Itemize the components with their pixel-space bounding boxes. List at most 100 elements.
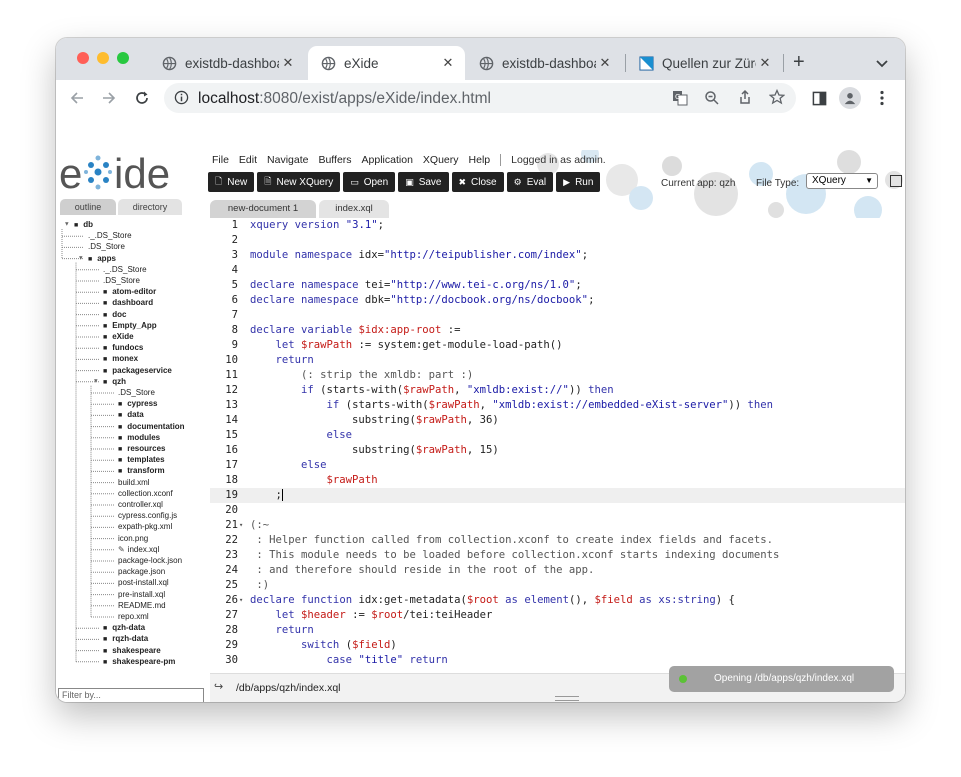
- browser-tab-4[interactable]: Quellen zur Zürc ✕: [626, 46, 782, 80]
- side-panel-icon[interactable]: [808, 87, 830, 109]
- tree-file[interactable]: ✎ index.xql: [118, 545, 159, 554]
- tree-file[interactable]: .DS_Store: [118, 388, 155, 397]
- tab-directory[interactable]: directory: [118, 199, 182, 215]
- reload-icon[interactable]: [131, 87, 153, 109]
- directory-tree: ▸ ■ db ._.DS_Store .DS_Store ▸ ■ apps ._.DS_Stor…: [56, 216, 206, 696]
- tree-folder[interactable]: ■ dashboard: [103, 298, 153, 307]
- path-arrow-icon: ↪: [214, 681, 224, 693]
- tree-file[interactable]: collection.xconf: [118, 489, 173, 498]
- save-button[interactable]: ▣ Save: [398, 172, 449, 192]
- tree-file[interactable]: repo.xml: [118, 612, 149, 621]
- tree-folder[interactable]: ■ monex: [103, 354, 138, 363]
- tree-folder[interactable]: ■ doc: [103, 310, 126, 319]
- tree-folder[interactable]: ■ resources: [118, 444, 165, 453]
- run-button[interactable]: ▶ Run: [556, 172, 601, 192]
- tree-folder[interactable]: ■ templates: [118, 455, 165, 464]
- new-xquery-button[interactable]: 🗎 New XQuery: [257, 172, 341, 192]
- new-button[interactable]: 🗋 New: [208, 172, 255, 192]
- tree-folder[interactable]: ■ data: [118, 410, 144, 419]
- tree-file[interactable]: controller.xql: [118, 500, 163, 509]
- code-editor[interactable]: 1 xquery version "3.1"; 2 3 module namespace…: [210, 218, 905, 673]
- tree-folder[interactable]: ■ fundocs: [103, 343, 143, 352]
- open-button[interactable]: ▭ Open: [343, 172, 396, 192]
- menu-divider: [500, 154, 502, 166]
- fold-toggle-icon[interactable]: ▾: [239, 593, 243, 608]
- tree-folder[interactable]: ■ qzh-data: [103, 623, 145, 632]
- close-button[interactable]: ✖ Close: [451, 172, 504, 192]
- close-tab-icon[interactable]: ✕: [756, 55, 774, 71]
- resize-grip[interactable]: [555, 696, 579, 701]
- zoom-window-button[interactable]: [117, 52, 129, 64]
- browser-tab-1[interactable]: existdb-dashboa ✕: [149, 46, 305, 80]
- tab-index-xql[interactable]: index.xql: [319, 200, 389, 218]
- menu-help[interactable]: Help: [469, 154, 491, 166]
- new-tab-icon[interactable]: +: [793, 52, 805, 72]
- close-window-button[interactable]: [77, 52, 89, 64]
- menu-application[interactable]: Application: [362, 154, 413, 166]
- tree-folder[interactable]: ▸ ■ apps: [77, 254, 116, 263]
- expand-arrow-icon[interactable]: ▸: [77, 256, 85, 260]
- tree-folder[interactable]: ■ shakespeare-pm: [103, 657, 175, 666]
- tree-folder[interactable]: ■ cypress: [118, 399, 157, 408]
- tree-folder[interactable]: ■ rqzh-data: [103, 634, 148, 643]
- menu-buffers[interactable]: Buffers: [318, 154, 351, 166]
- code-line: 8 declare variable $idx:app-root :=: [210, 323, 905, 338]
- tree-file[interactable]: package.json: [118, 567, 165, 576]
- close-tab-icon[interactable]: ✕: [596, 55, 614, 71]
- tree-folder[interactable]: ■ shakespeare: [103, 646, 161, 655]
- tree-file[interactable]: expath-pkg.xml: [118, 522, 172, 531]
- tree-folder[interactable]: ■ packageservice: [103, 366, 172, 375]
- tree-folder[interactable]: ■ eXide: [103, 332, 134, 341]
- forward-arrow-icon[interactable]: [98, 87, 120, 109]
- tree-file[interactable]: .DS_Store: [88, 242, 125, 251]
- tree-file[interactable]: README.md: [118, 601, 166, 610]
- address-bar[interactable]: localhost:8080/exist/apps/eXide/index.ht…: [164, 83, 796, 113]
- tab-outline[interactable]: outline: [60, 199, 116, 215]
- tree-folder[interactable]: ■ atom-editor: [103, 287, 156, 296]
- tree-file[interactable]: package-lock.json: [118, 556, 182, 565]
- expand-arrow-icon[interactable]: ▸: [63, 222, 71, 226]
- profile-avatar-icon[interactable]: [839, 87, 861, 109]
- fold-toggle-icon[interactable]: ▾: [239, 518, 243, 533]
- tree-folder[interactable]: ■ transform: [118, 466, 165, 475]
- tree-folder[interactable]: ■ documentation: [118, 422, 185, 431]
- file-type-select[interactable]: XQuery ▼: [806, 173, 878, 189]
- folder-icon: ■: [103, 636, 108, 644]
- code-text: else: [301, 459, 327, 471]
- more-menu-icon[interactable]: [871, 87, 893, 109]
- tree-folder[interactable]: ▸ ■ qzh: [92, 377, 126, 386]
- tree-folder[interactable]: ▸ ■ db: [63, 220, 93, 229]
- site-info-icon[interactable]: [174, 90, 189, 110]
- tree-file[interactable]: ._.DS_Store: [103, 265, 147, 274]
- filter-input[interactable]: Filter by...: [58, 688, 204, 702]
- share-icon[interactable]: [737, 89, 753, 110]
- back-arrow-icon[interactable]: [66, 87, 88, 109]
- menu-xquery[interactable]: XQuery: [423, 154, 459, 166]
- tree-file[interactable]: post-install.xql: [118, 578, 169, 587]
- close-tab-icon[interactable]: ✕: [439, 55, 457, 71]
- tab-search-chevron-icon[interactable]: [876, 55, 888, 73]
- menu-navigate[interactable]: Navigate: [267, 154, 308, 166]
- folder-icon: ■: [103, 311, 108, 319]
- minimize-window-button[interactable]: [97, 52, 109, 64]
- tree-folder[interactable]: ■ Empty_App: [103, 321, 157, 330]
- eval-button[interactable]: ⚙ Eval: [506, 172, 554, 192]
- browser-tab-3[interactable]: existdb-dashboa ✕: [466, 46, 622, 80]
- tree-file[interactable]: ._.DS_Store: [88, 231, 132, 240]
- tree-file[interactable]: build.xml: [118, 478, 150, 487]
- bookmark-star-icon[interactable]: [768, 88, 786, 110]
- menu-file[interactable]: File: [212, 154, 229, 166]
- tab-new-document-1[interactable]: new-document 1: [210, 200, 316, 218]
- browser-tab-2[interactable]: eXide ✕: [308, 46, 465, 80]
- zoom-out-icon[interactable]: [704, 90, 720, 111]
- expand-arrow-icon[interactable]: ▸: [92, 379, 100, 383]
- tree-file[interactable]: cypress.config.js: [118, 511, 177, 520]
- fullscreen-icon[interactable]: [890, 175, 902, 187]
- tree-file[interactable]: pre-install.xql: [118, 590, 165, 599]
- tree-folder[interactable]: ■ modules: [118, 433, 160, 442]
- tree-file[interactable]: icon.png: [118, 534, 148, 543]
- close-tab-icon[interactable]: ✕: [279, 55, 297, 71]
- translate-icon[interactable]: G: [672, 90, 688, 111]
- menu-edit[interactable]: Edit: [239, 154, 257, 166]
- tree-file[interactable]: .DS_Store: [103, 276, 140, 285]
